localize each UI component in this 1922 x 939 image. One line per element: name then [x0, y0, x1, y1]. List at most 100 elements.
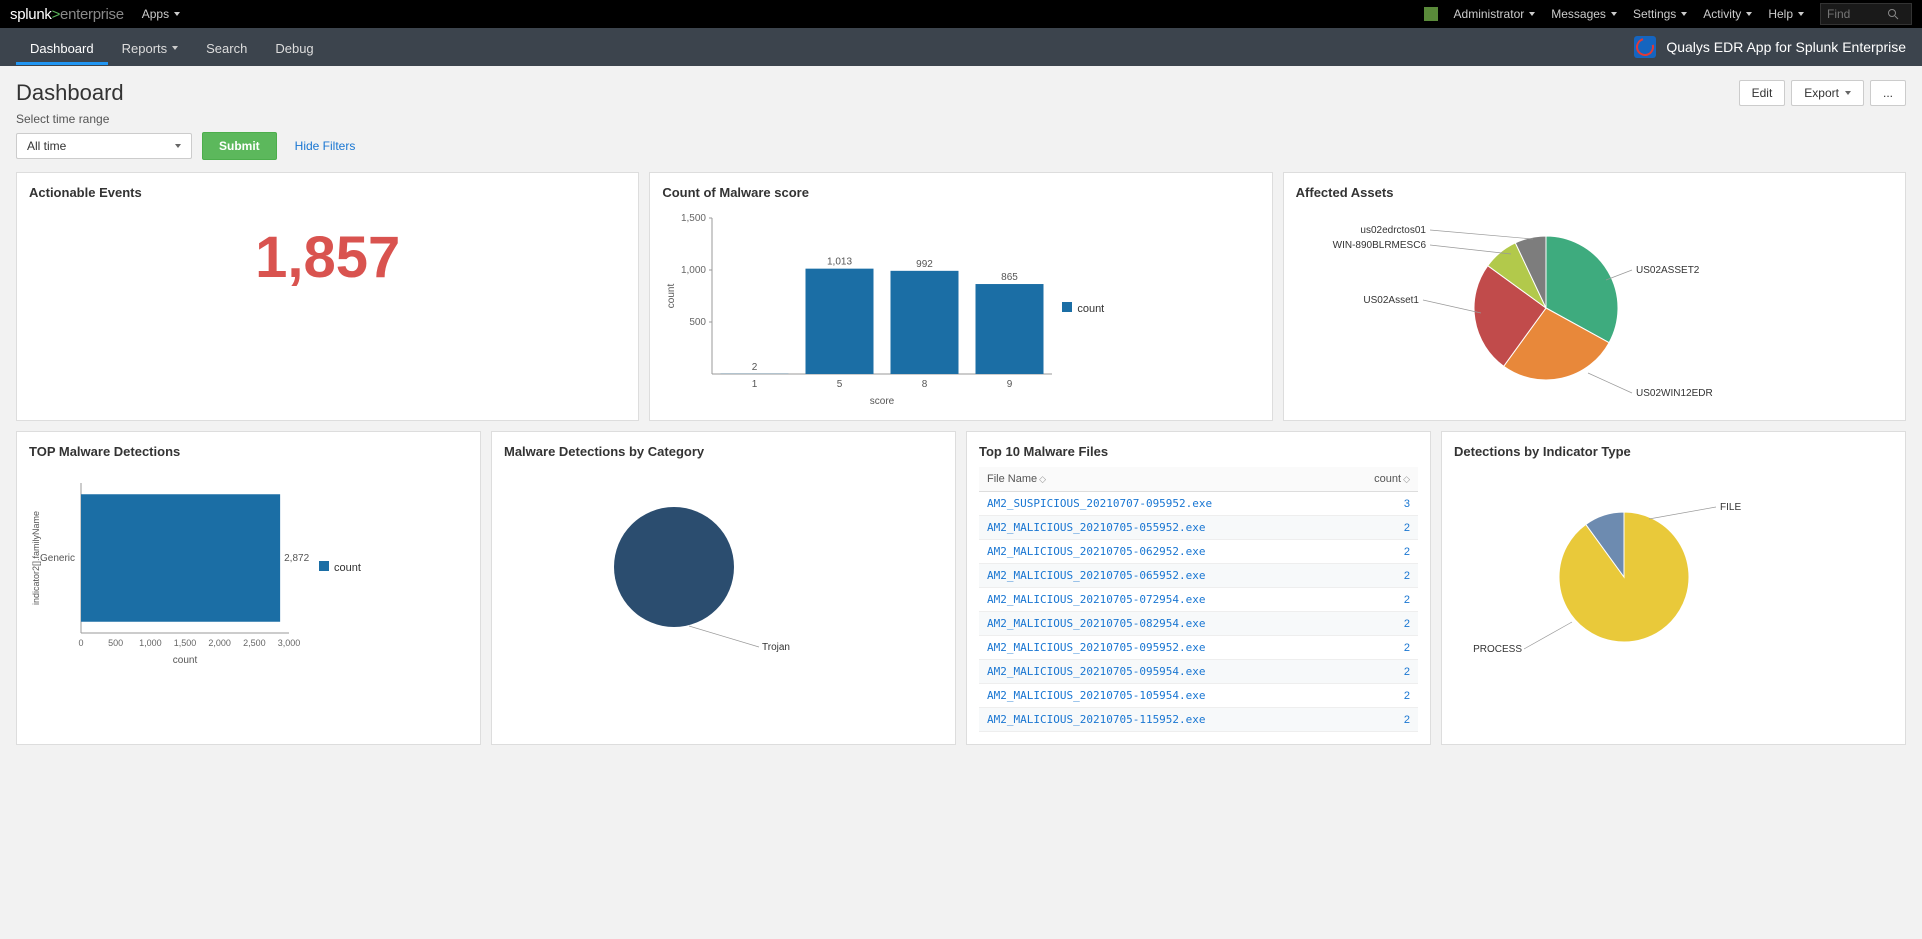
table-row[interactable]: AM2_MALICIOUS_20210705-095952.exe2	[979, 636, 1418, 660]
top-detections-chart: 05001,0001,5002,0002,5003,0002,872Generi…	[29, 467, 319, 667]
export-label: Export	[1804, 86, 1839, 100]
logo-chevron-icon: >	[52, 6, 60, 23]
file-name-cell[interactable]: AM2_MALICIOUS_20210705-062952.exe	[979, 540, 1340, 564]
panel-title: Malware Detections by Category	[504, 444, 943, 459]
legend-label: count	[334, 562, 361, 574]
count-cell: 2	[1340, 636, 1418, 660]
svg-text:PROCESS: PROCESS	[1473, 644, 1522, 655]
app-navbar: Dashboard Reports Search Debug Qualys ED…	[0, 28, 1922, 66]
legend-swatch-icon	[1062, 302, 1072, 312]
panel-title: Affected Assets	[1296, 185, 1893, 200]
activity-label: Activity	[1703, 7, 1741, 21]
app-name: Qualys EDR App for Splunk Enterprise	[1666, 39, 1906, 55]
file-name-cell[interactable]: AM2_MALICIOUS_20210705-055952.exe	[979, 516, 1340, 540]
messages-menu[interactable]: Messages	[1551, 7, 1617, 21]
logo-text: splunk	[10, 6, 52, 23]
svg-text:WIN-890BLRMESC6: WIN-890BLRMESC6	[1332, 240, 1426, 251]
file-name-cell[interactable]: AM2_MALICIOUS_20210705-105954.exe	[979, 684, 1340, 708]
affected-assets-chart: US02ASSET2US02WIN12EDRUS02Asset1WIN-890B…	[1296, 208, 1766, 403]
file-name-cell[interactable]: AM2_MALICIOUS_20210705-115952.exe	[979, 708, 1340, 732]
page-header: Dashboard Edit Export ...	[0, 66, 1922, 112]
svg-text:us02edrctos01: us02edrctos01	[1360, 225, 1426, 236]
panel-top-detections: TOP Malware Detections 05001,0001,5002,0…	[16, 431, 481, 745]
panel-by-indicator: Detections by Indicator Type FILEPROCESS	[1441, 431, 1906, 745]
activity-menu[interactable]: Activity	[1703, 7, 1752, 21]
timerange-value: All time	[27, 139, 66, 153]
logo: splunk>enterprise	[10, 6, 124, 23]
table-row[interactable]: AM2_MALICIOUS_20210705-065952.exe2	[979, 564, 1418, 588]
admin-label: Administrator	[1454, 7, 1525, 21]
caret-down-icon	[174, 12, 180, 16]
panel-title: TOP Malware Detections	[29, 444, 468, 459]
caret-down-icon	[1845, 91, 1851, 95]
table-row[interactable]: AM2_MALICIOUS_20210705-105954.exe2	[979, 684, 1418, 708]
top-files-table: File Name◇ count◇ AM2_SUSPICIOUS_2021070…	[979, 467, 1418, 732]
controls-row: All time Submit Hide Filters	[0, 126, 1922, 172]
file-name-cell[interactable]: AM2_MALICIOUS_20210705-082954.exe	[979, 612, 1340, 636]
file-name-cell[interactable]: AM2_SUSPICIOUS_20210707-095952.exe	[979, 492, 1340, 516]
sort-icon: ◇	[1403, 474, 1410, 484]
legend-label: count	[1077, 303, 1104, 315]
count-cell: 2	[1340, 660, 1418, 684]
panel-title: Top 10 Malware Files	[979, 444, 1418, 459]
col-filename-label: File Name	[987, 473, 1037, 485]
settings-menu[interactable]: Settings	[1633, 7, 1687, 21]
svg-text:2,872: 2,872	[284, 553, 309, 564]
nav-reports[interactable]: Reports	[108, 30, 193, 65]
help-menu[interactable]: Help	[1768, 7, 1804, 21]
panel-malware-score: Count of Malware score 5001,0001,500211,…	[649, 172, 1272, 421]
file-name-cell[interactable]: AM2_MALICIOUS_20210705-095954.exe	[979, 660, 1340, 684]
dashboard-grid: Actionable Events 1,857 Count of Malware…	[0, 172, 1922, 771]
svg-text:2: 2	[752, 362, 758, 373]
panel-actionable-events: Actionable Events 1,857	[16, 172, 639, 421]
panel-title: Actionable Events	[29, 185, 626, 200]
svg-text:5: 5	[837, 379, 843, 390]
by-indicator-chart: FILEPROCESS	[1454, 467, 1794, 677]
svg-text:1,000: 1,000	[681, 265, 706, 276]
col-filename[interactable]: File Name◇	[979, 467, 1340, 492]
svg-text:count: count	[173, 655, 198, 666]
table-row[interactable]: AM2_MALICIOUS_20210705-095954.exe2	[979, 660, 1418, 684]
nav-dashboard[interactable]: Dashboard	[16, 30, 108, 65]
nav-search[interactable]: Search	[192, 30, 261, 65]
svg-text:500: 500	[690, 317, 707, 328]
global-search[interactable]	[1820, 3, 1912, 25]
hide-filters-link[interactable]: Hide Filters	[295, 139, 356, 153]
count-cell: 2	[1340, 588, 1418, 612]
admin-menu[interactable]: Administrator	[1454, 7, 1536, 21]
qualys-icon	[1634, 36, 1656, 58]
apps-menu[interactable]: Apps	[142, 7, 180, 21]
caret-down-icon	[175, 144, 181, 148]
export-button[interactable]: Export	[1791, 80, 1864, 106]
caret-down-icon	[1746, 12, 1752, 16]
malware-score-chart: 5001,0001,500211,013599288659scorecount	[662, 208, 1062, 408]
file-name-cell[interactable]: AM2_MALICIOUS_20210705-095952.exe	[979, 636, 1340, 660]
more-button[interactable]: ...	[1870, 80, 1906, 106]
panel-top-files: Top 10 Malware Files File Name◇ count◇ A…	[966, 431, 1431, 745]
submit-button[interactable]: Submit	[202, 132, 277, 160]
col-count[interactable]: count◇	[1340, 467, 1418, 492]
timerange-dropdown[interactable]: All time	[16, 133, 192, 159]
table-row[interactable]: AM2_MALICIOUS_20210705-062952.exe2	[979, 540, 1418, 564]
legend-swatch-icon	[319, 561, 329, 571]
file-name-cell[interactable]: AM2_MALICIOUS_20210705-072954.exe	[979, 588, 1340, 612]
table-row[interactable]: AM2_MALICIOUS_20210705-115952.exe2	[979, 708, 1418, 732]
table-row[interactable]: AM2_MALICIOUS_20210705-055952.exe2	[979, 516, 1418, 540]
svg-text:US02ASSET2: US02ASSET2	[1636, 265, 1700, 276]
svg-text:US02Asset1: US02Asset1	[1363, 295, 1419, 306]
table-row[interactable]: AM2_MALICIOUS_20210705-072954.exe2	[979, 588, 1418, 612]
file-name-cell[interactable]: AM2_MALICIOUS_20210705-065952.exe	[979, 564, 1340, 588]
count-cell: 2	[1340, 708, 1418, 732]
svg-text:2,500: 2,500	[243, 638, 266, 648]
svg-text:2,000: 2,000	[208, 638, 231, 648]
edit-button[interactable]: Edit	[1739, 80, 1786, 106]
col-count-label: count	[1374, 473, 1401, 485]
page-title: Dashboard	[16, 80, 124, 106]
caret-down-icon	[1611, 12, 1617, 16]
global-search-input[interactable]	[1827, 7, 1887, 21]
table-row[interactable]: AM2_SUSPICIOUS_20210707-095952.exe3	[979, 492, 1418, 516]
caret-down-icon	[1529, 12, 1535, 16]
count-cell: 2	[1340, 516, 1418, 540]
nav-debug[interactable]: Debug	[261, 30, 327, 65]
table-row[interactable]: AM2_MALICIOUS_20210705-082954.exe2	[979, 612, 1418, 636]
